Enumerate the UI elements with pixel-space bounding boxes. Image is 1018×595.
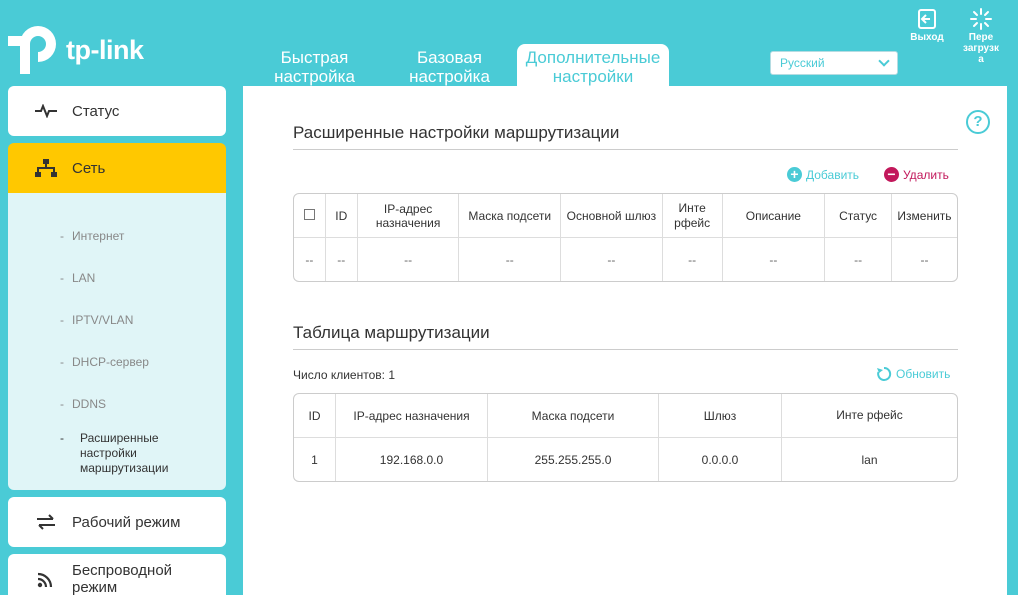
divider: [293, 349, 958, 350]
table-cell: 255.255.255.0: [488, 438, 659, 481]
routing-table: ID IP-адрес назначения Маска подсети Шлю…: [293, 393, 958, 482]
submenu-label: DHCP-сервер: [72, 355, 149, 369]
column-header: Статус: [825, 194, 892, 238]
add-button[interactable]: + Добавить: [787, 167, 859, 182]
table-cell: --: [326, 238, 358, 281]
sidebar-item-label: Беспроводной режим: [72, 562, 173, 595]
table-cell: --: [459, 238, 562, 281]
submenu-advanced-routing[interactable]: Расширенные настройки маршрутизации: [8, 425, 226, 476]
reboot-icon: [970, 8, 992, 30]
table-cell: 0.0.0.0: [659, 438, 782, 481]
submenu-iptv-vlan[interactable]: IPTV/VLAN: [8, 299, 226, 341]
sidebar: Статус Сеть Интернет LAN IPTV/VLAN DHCP-…: [8, 86, 226, 595]
network-submenu: Интернет LAN IPTV/VLAN DHCP-сервер DDNS …: [8, 193, 226, 490]
delete-button[interactable]: − Удалить: [884, 167, 949, 182]
chevron-down-icon: [878, 55, 890, 67]
tab-basic[interactable]: Базовая настройка: [382, 44, 517, 86]
sidebar-item-operation-mode[interactable]: Рабочий режим: [8, 497, 226, 547]
tab-advanced[interactable]: Дополнительные настройки: [517, 44, 669, 86]
submenu-label: LAN: [72, 271, 96, 285]
swap-icon: [34, 514, 58, 530]
table-cell: lan: [861, 452, 878, 467]
table-cell: --: [920, 252, 929, 267]
select-all-cell: [294, 194, 326, 238]
column-header: Инте рфейс: [782, 394, 957, 438]
delete-label: Удалить: [903, 167, 949, 182]
refresh-icon: [877, 366, 892, 381]
column-header: Инте рфейс: [662, 194, 723, 238]
column-header: Описание: [722, 194, 826, 238]
table-cell: 192.168.0.0: [336, 438, 488, 481]
divider: [293, 149, 958, 150]
table-cell: --: [358, 238, 460, 281]
routing-table-title: Таблица маршрутизации: [293, 323, 490, 342]
sidebar-item-wireless[interactable]: Беспроводной режим: [8, 554, 226, 595]
column-header: Шлюз: [659, 394, 782, 438]
column-header: Маска подсети: [488, 394, 659, 438]
table-row: -- -- -- -- -- -- -- -- --: [294, 238, 957, 281]
tp-link-logo: tp-link: [8, 24, 144, 76]
language-value: Русский: [780, 56, 825, 70]
sidebar-item-label: Сеть: [72, 159, 106, 177]
submenu-lan[interactable]: LAN: [8, 257, 226, 299]
table-row: 1 192.168.0.0 255.255.255.0 0.0.0.0 lan: [294, 438, 957, 481]
column-header: Основной шлюз: [561, 194, 663, 238]
clients-count-label: Число клиентов: 1: [293, 368, 395, 382]
table-header-row: ID IP-адрес назначения Маска подсети Шлю…: [294, 394, 957, 438]
reboot-button[interactable]: Пере загрузк а: [961, 8, 1001, 65]
plus-icon: +: [787, 167, 802, 182]
column-header: Изменить: [892, 194, 957, 238]
wifi-icon: [34, 570, 58, 588]
table-cell: --: [723, 238, 826, 281]
minus-icon: −: [884, 167, 899, 182]
sidebar-item-network[interactable]: Сеть: [8, 143, 226, 193]
submenu-ddns[interactable]: DDNS: [8, 383, 226, 425]
tab-quick-setup[interactable]: Быстрая настройка: [247, 44, 382, 86]
pulse-icon: [34, 104, 58, 118]
submenu-dhcp-server[interactable]: DHCP-сервер: [8, 341, 226, 383]
logo-text: tp-link: [66, 34, 144, 65]
column-header: IP-адрес назначения: [336, 394, 488, 438]
table-cell: --: [825, 238, 892, 281]
reboot-label: Пере загрузк а: [963, 32, 999, 65]
table-cell: --: [663, 238, 723, 281]
refresh-button[interactable]: Обновить: [876, 366, 950, 382]
advanced-routing-table: ID IP-адрес назначения Маска подсети Осн…: [293, 193, 958, 282]
clients-count: 1: [388, 368, 396, 382]
table-cell: --: [294, 238, 326, 281]
logout-label: Выход: [910, 32, 944, 43]
column-header: ID: [325, 194, 358, 238]
network-icon: [34, 159, 58, 177]
language-select[interactable]: Русский: [770, 51, 898, 75]
submenu-label: Интернет: [72, 229, 125, 243]
tp-link-logo-icon: [8, 26, 56, 74]
sidebar-item-label: Статус: [72, 102, 120, 120]
main-panel: ? Расширенные настройки маршрутизации + …: [243, 86, 1007, 595]
table-cell: --: [561, 238, 663, 281]
submenu-internet[interactable]: Интернет: [8, 215, 226, 257]
logout-icon: [918, 9, 936, 29]
table-cell: 1: [294, 438, 336, 481]
column-header: ID: [294, 394, 336, 438]
column-header: Маска подсети: [459, 194, 562, 238]
refresh-label: Обновить: [896, 367, 951, 381]
submenu-label: DDNS: [72, 397, 107, 411]
clients-label: Число клиентов:: [293, 368, 385, 382]
submenu-label: Расширенные настройки маршрутизации: [80, 431, 169, 475]
sidebar-item-status[interactable]: Статус: [8, 86, 226, 136]
main-tabs: Быстрая настройка Базовая настройка Допо…: [247, 44, 669, 86]
logout-button[interactable]: Выход: [907, 8, 947, 43]
column-header: IP-адрес назначения: [357, 194, 460, 238]
select-all-checkbox[interactable]: [303, 208, 315, 220]
add-label: Добавить: [806, 167, 860, 182]
sidebar-item-label: Рабочий режим: [72, 513, 181, 531]
help-icon[interactable]: ?: [966, 110, 990, 134]
advanced-routing-title: Расширенные настройки маршрутизации: [293, 123, 620, 142]
table-header-row: ID IP-адрес назначения Маска подсети Осн…: [294, 194, 957, 238]
submenu-label: IPTV/VLAN: [72, 313, 134, 327]
